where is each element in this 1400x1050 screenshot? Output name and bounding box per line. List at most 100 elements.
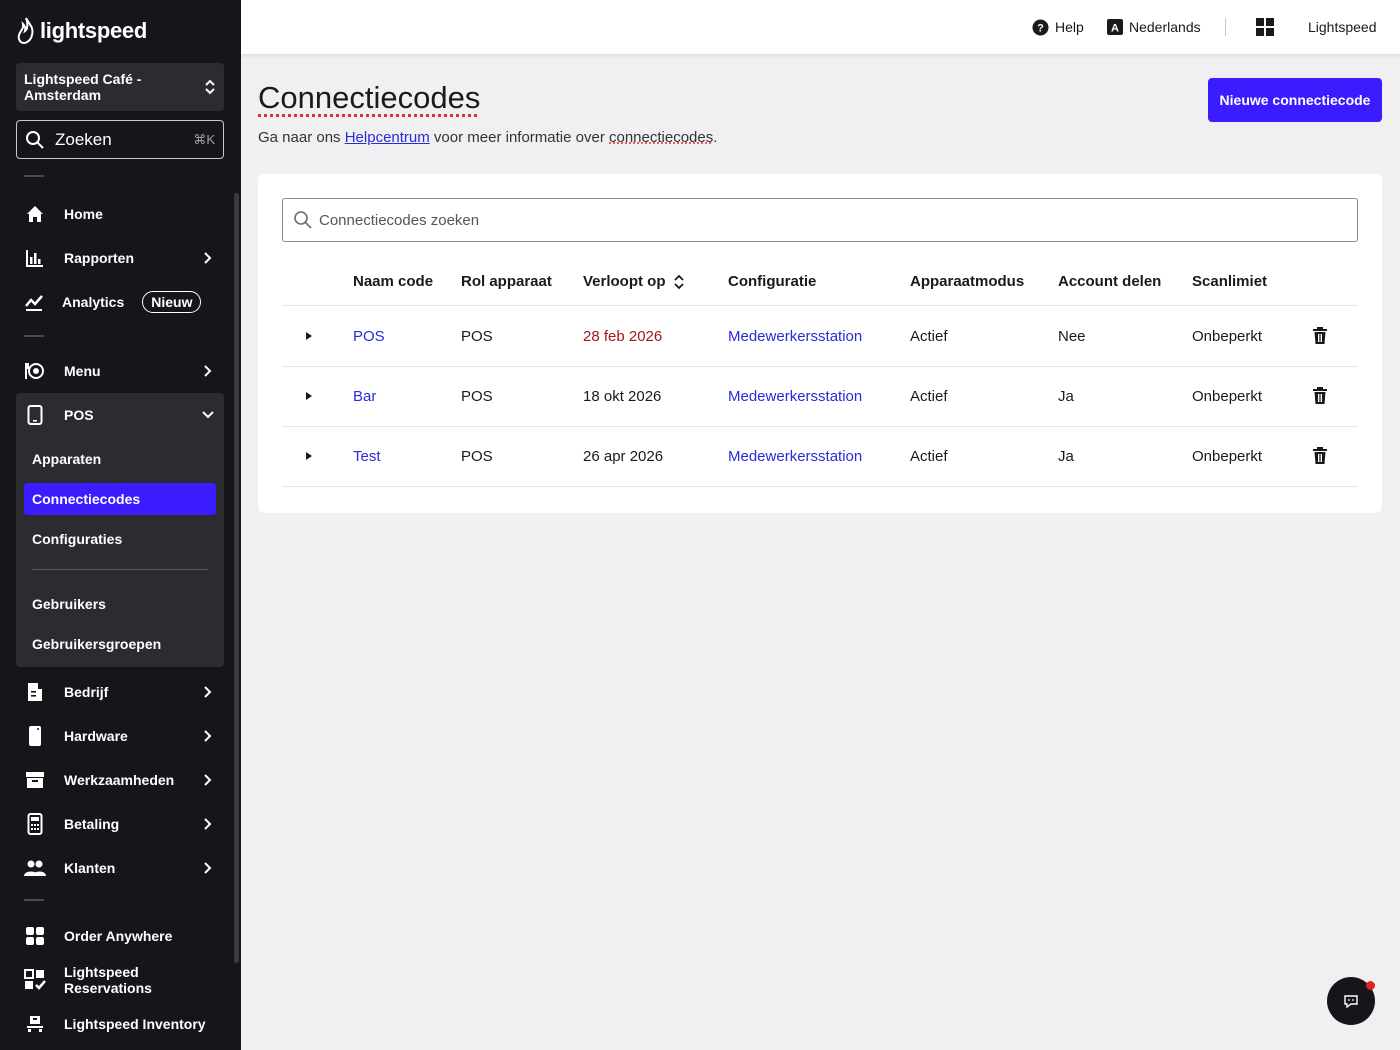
new-connection-code-button[interactable]: Nieuwe connectiecode [1208,78,1382,122]
chevron-right-icon [204,862,212,874]
sidebar-subitem-connectiecodes[interactable]: Connectiecodes [24,483,216,515]
table-header: Naam code Rol apparaat Verloopt op Confi… [282,258,1358,306]
column-header-config[interactable]: Configuratie [728,273,816,290]
column-header-share[interactable]: Account delen [1058,273,1161,290]
sidebar-scrollbar[interactable] [234,193,239,963]
archive-box-icon [24,769,46,791]
column-header-expires[interactable]: Verloopt op [583,273,684,290]
sidebar-item-label: Menu [64,363,101,379]
sidebar-subitem-configuraties[interactable]: Configuraties [24,523,216,555]
sidebar-subitem-apparaten[interactable]: Apparaten [24,443,216,475]
top-bar: ? Help A Nederlands Lightspeed [241,0,1400,54]
caret-right-icon[interactable] [304,331,314,341]
svg-text:A: A [1111,23,1119,35]
payment-terminal-icon [24,813,46,835]
chevron-right-icon [204,365,212,377]
account-share: Nee [1058,328,1086,345]
subtitle-text: Ga naar ons [258,129,345,146]
inventory-icon [24,1013,46,1035]
account-share: Ja [1058,448,1074,465]
trend-chart-icon [24,291,44,313]
chat-icon [1344,995,1358,1009]
sidebar-item-menu[interactable]: Menu [16,349,224,393]
column-header-role[interactable]: Rol apparaat [461,273,552,290]
table-search[interactable] [282,198,1358,242]
store-name: Lightspeed Café - Amsterdam [24,71,142,103]
scan-limit: Onbeperkt [1192,448,1263,465]
sidebar-item-betaling[interactable]: Betaling [16,802,224,846]
scan-limit: Onbeperkt [1192,388,1263,405]
subtitle-text: voor meer informatie over [429,129,609,146]
sidebar-item-label: Lightspeed Reservations [64,964,152,996]
sidebar-item-label: Rapporten [64,250,134,266]
logo-text: lightspeed [40,18,148,43]
sidebar-item-analytics[interactable]: Analytics Nieuw [16,280,224,324]
account-menu[interactable]: Lightspeed [1308,17,1377,37]
caret-right-icon[interactable] [304,451,314,461]
sidebar: lightspeed Lightspeed Café - Amsterdam Z… [0,0,241,1050]
column-header-name[interactable]: Naam code [353,273,433,290]
configuration-link[interactable]: Medewerkersstation [728,388,862,405]
helpcentrum-link[interactable]: Helpcentrum [345,129,430,146]
table-search-input[interactable] [319,211,1347,229]
sidebar-item-reservations[interactable]: Lightspeed Reservations [16,958,224,1002]
divider [24,175,44,177]
sidebar-item-pos[interactable]: POS [16,393,224,437]
trash-icon[interactable] [1312,327,1328,345]
sidebar-item-bedrijf[interactable]: Bedrijf [16,670,224,714]
caret-right-icon[interactable] [304,391,314,401]
divider [1225,18,1226,36]
sidebar-subitem-gebruikersgroepen[interactable]: Gebruikersgroepen [24,628,216,660]
flame-icon [17,17,34,45]
subtitle-text: . [713,129,718,146]
connection-codes-card: Naam code Rol apparaat Verloopt op Confi… [258,174,1382,513]
chevron-up-down-icon [205,79,215,95]
configuration-link[interactable]: Medewerkersstation [728,328,862,345]
sidebar-item-hardware[interactable]: Hardware [16,714,224,758]
help-label: Help [1055,19,1084,35]
sidebar-item-werkzaamheden[interactable]: Werkzaamheden [16,758,224,802]
language-selector[interactable]: A Nederlands [1107,17,1201,37]
account-share: Ja [1058,388,1074,405]
chevron-right-icon [204,818,212,830]
lightspeed-logo[interactable]: lightspeed [16,16,147,46]
sidebar-item-klanten[interactable]: Klanten [16,846,224,890]
reservations-icon [24,969,46,991]
chevron-right-icon [204,686,212,698]
code-name-link[interactable]: Test [353,448,381,465]
device-role: POS [461,328,493,345]
help-link[interactable]: ? Help [1032,17,1084,37]
configuration-link[interactable]: Medewerkersstation [728,448,862,465]
sidebar-item-rapporten[interactable]: Rapporten [16,236,224,280]
expires-date: 28 feb 2026 [583,328,663,345]
sidebar-item-inventory[interactable]: Lightspeed Inventory [16,1002,224,1046]
language-icon: A [1107,19,1123,35]
column-header-mode[interactable]: Apparaatmodus [910,273,1024,290]
pos-group: POS Apparaten Connectiecodes Configurati… [16,393,224,667]
sidebar-search[interactable]: Zoeken ⌘K [16,120,224,159]
code-name-link[interactable]: Bar [353,388,376,405]
device-mode: Actief [910,388,948,405]
page-subtitle: Ga naar ons Helpcentrum voor meer inform… [258,129,717,146]
apps-grid-button[interactable] [1256,17,1274,37]
trash-icon[interactable] [1312,387,1328,405]
bar-chart-icon [24,247,46,269]
column-header-scan[interactable]: Scanlimiet [1192,273,1267,290]
order-grid-icon [24,925,46,947]
subtitle-term: connectiecodes [609,129,714,146]
chevron-right-icon [204,774,212,786]
device-icon [24,725,46,747]
notification-dot [1366,981,1375,990]
search-icon [294,211,312,229]
page-title: Connectiecodes [258,80,481,115]
code-name-link[interactable]: POS [353,328,385,345]
svg-text:?: ? [1037,22,1044,34]
sidebar-item-home[interactable]: Home [16,192,224,236]
search-shortcut: ⌘K [193,131,215,147]
search-label: Zoeken [55,129,112,149]
apps-grid-icon [1256,18,1274,36]
trash-icon[interactable] [1312,447,1328,465]
sidebar-subitem-gebruikers[interactable]: Gebruikers [24,588,216,620]
store-selector[interactable]: Lightspeed Café - Amsterdam [16,63,224,111]
sidebar-item-order-anywhere[interactable]: Order Anywhere [16,914,224,958]
